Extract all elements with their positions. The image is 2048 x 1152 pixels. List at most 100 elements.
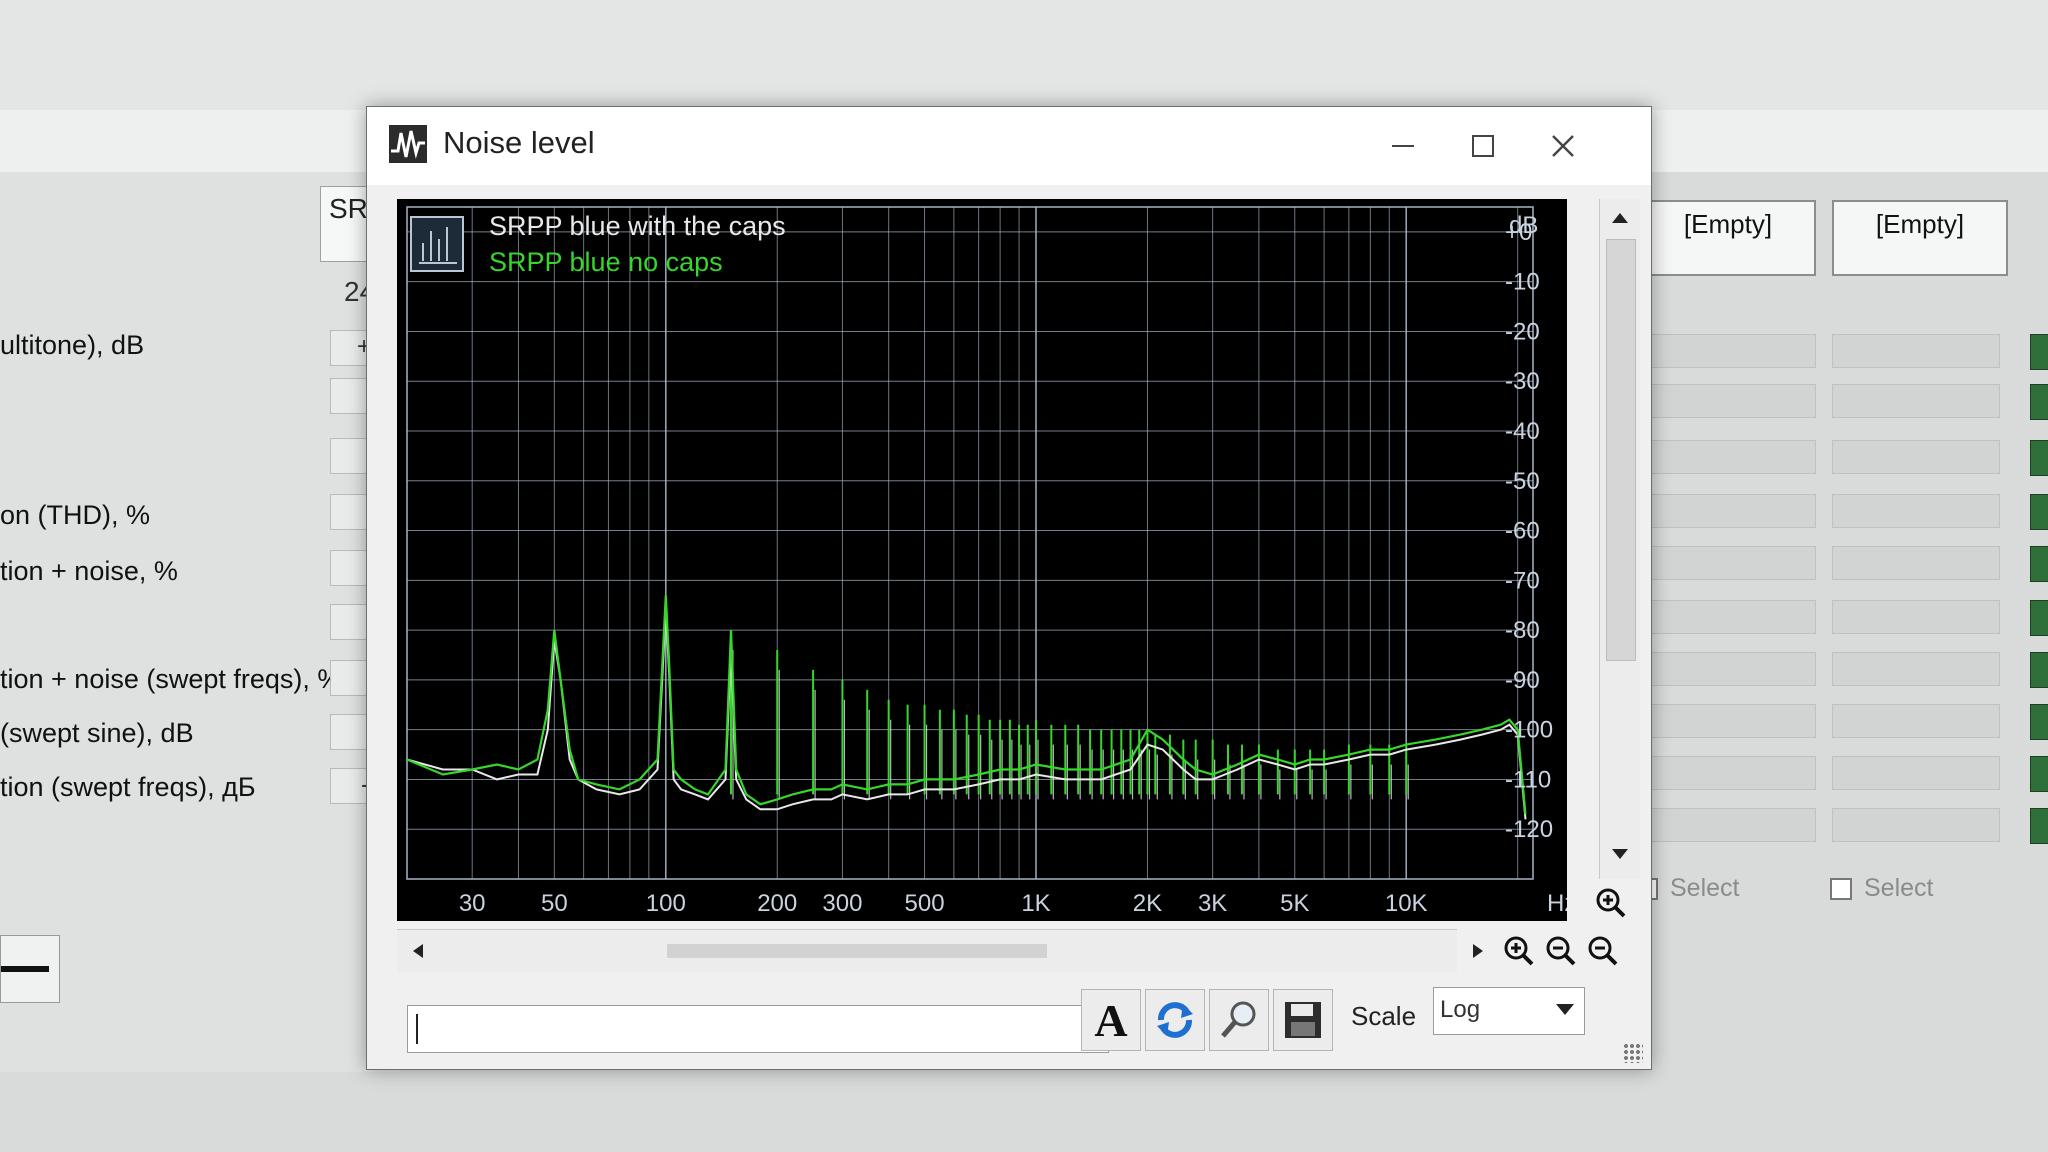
legend-series-1: SRPP blue with the caps [489, 211, 786, 241]
select-checkbox-2[interactable]: Select [1830, 874, 1933, 903]
horizontal-scroll-thumb[interactable] [667, 944, 1047, 958]
close-button[interactable] [1533, 123, 1593, 169]
column-field [1832, 440, 2000, 474]
column-field [1832, 808, 2000, 842]
text-caret [416, 1014, 418, 1044]
y-tick-label: -90 [1505, 667, 1540, 694]
x-tick-label: 100 [646, 890, 686, 917]
x-axis-unit: Hz [1547, 890, 1567, 917]
zoom-out-icon [1546, 936, 1576, 966]
zoom-x-group [1459, 933, 1621, 969]
comment-input[interactable] [407, 1005, 1109, 1053]
close-icon [1552, 135, 1574, 157]
save-button[interactable] [1273, 989, 1333, 1051]
minimize-button[interactable] [1373, 123, 1433, 169]
x-tick-label: 3K [1198, 890, 1227, 917]
select-label: Select [1864, 874, 1934, 902]
x-tick-label: 500 [905, 890, 945, 917]
zoom-out-icon [1588, 936, 1618, 966]
title-bar[interactable]: Noise level [367, 107, 1651, 185]
scale-select[interactable]: Log [1433, 987, 1585, 1035]
y-tick-label: -70 [1505, 567, 1540, 594]
zoom-in-y-button[interactable] [1593, 885, 1629, 921]
app-top-area [0, 0, 2048, 110]
scale-label: Scale [1351, 1001, 1417, 1031]
x-tick-label: 2K [1133, 890, 1162, 917]
y-tick-label: -10 [1505, 269, 1540, 296]
status-indicator-icon [2030, 756, 2048, 792]
maximize-icon [1472, 135, 1494, 157]
zoom-in-x-button[interactable] [1501, 933, 1537, 969]
maximize-button[interactable] [1453, 123, 1513, 169]
resize-grip-icon[interactable] [1623, 1043, 1643, 1063]
zoom-reset-button[interactable] [1585, 933, 1621, 969]
plot-thumbnail-icon [410, 216, 464, 272]
minimize-icon [1392, 145, 1414, 147]
spectrum-chart: +0-10-20-30-40-50-60-70-80-90-100-110-12… [406, 206, 1576, 917]
column-field [1648, 652, 1816, 686]
window-title: Noise level [443, 125, 595, 160]
column-header-1[interactable]: [Empty] [1640, 200, 1816, 276]
row-label-thd: on (THD), % [0, 500, 151, 530]
legend-series-2: SRPP blue no caps [489, 247, 723, 277]
column-field [1832, 704, 2000, 738]
scroll-down-icon[interactable] [1600, 835, 1640, 871]
status-indicator-icon [2030, 652, 2048, 688]
column-field [1648, 546, 1816, 580]
text-annotation-button[interactable]: A [1081, 989, 1141, 1051]
y-tick-label: -110 [1505, 766, 1551, 793]
column-field [1832, 384, 2000, 418]
plot-frame [406, 206, 1534, 880]
column-field [1648, 494, 1816, 528]
column-field [1648, 600, 1816, 634]
y-tick-label: -30 [1505, 368, 1540, 395]
button-bar [1, 966, 49, 972]
select-label: Select [1670, 874, 1740, 902]
y-tick-label: -100 [1505, 717, 1553, 744]
y-axis-unit: dB [1509, 212, 1538, 239]
vertical-scrollbar[interactable] [1599, 199, 1640, 879]
column-field [1648, 440, 1816, 474]
column-header-2[interactable]: [Empty] [1832, 200, 2008, 276]
status-indicator-icon [2030, 494, 2048, 530]
zoom-out-x-button[interactable] [1543, 933, 1579, 969]
search-button[interactable] [1209, 989, 1269, 1051]
vertical-scroll-thumb[interactable] [1606, 239, 1636, 661]
status-indicator-icon [2030, 384, 2048, 420]
x-tick-label: 300 [822, 890, 862, 917]
spectrum-plot[interactable]: +0 -10 -20 -30 -40 -50 -60 -70 -80 -90 -100 -110 -12… [397, 199, 1576, 921]
refresh-button[interactable] [1145, 989, 1205, 1051]
text-format-icon: A [1094, 994, 1128, 1046]
row-label-thd-noise-swept: tion + noise (swept freqs), % [0, 664, 342, 694]
row-label-thd-noise: tion + noise, % [0, 556, 178, 586]
scroll-right-icon [1473, 944, 1483, 958]
refresh-icon [1157, 1002, 1193, 1038]
column-field [1832, 652, 2000, 686]
scroll-left-icon[interactable] [405, 936, 433, 966]
row-label-multitone: ultitone), dB [0, 330, 145, 360]
status-indicator-icon [2030, 808, 2048, 844]
status-indicator-icon [2030, 600, 2048, 636]
background-button[interactable] [0, 935, 60, 1003]
checkbox-box[interactable] [1830, 878, 1852, 901]
column-field [1832, 756, 2000, 790]
x-tick-label: 50 [541, 890, 568, 917]
horizontal-scrollbar[interactable] [397, 929, 1457, 972]
status-indicator-icon [2030, 704, 2048, 740]
status-indicator-icon [2030, 334, 2048, 370]
column-field [1832, 334, 2000, 368]
x-tick-label: 30 [459, 890, 486, 917]
y-tick-label: -60 [1505, 518, 1540, 545]
sample-rate-label: SR [329, 193, 368, 224]
magnifier-icon [1221, 1001, 1256, 1038]
column-field [1648, 756, 1816, 790]
y-tick-label: -80 [1505, 617, 1540, 644]
column-field [1832, 494, 2000, 528]
floppy-disk-icon [1285, 1002, 1321, 1038]
scale-value: Log [1440, 996, 1481, 1023]
scroll-right-button[interactable] [1459, 933, 1495, 969]
column-field [1648, 334, 1816, 368]
row-label-swept-sine: (swept sine), dB [0, 718, 194, 748]
scroll-up-icon[interactable] [1600, 199, 1640, 235]
column-field [1832, 546, 2000, 580]
